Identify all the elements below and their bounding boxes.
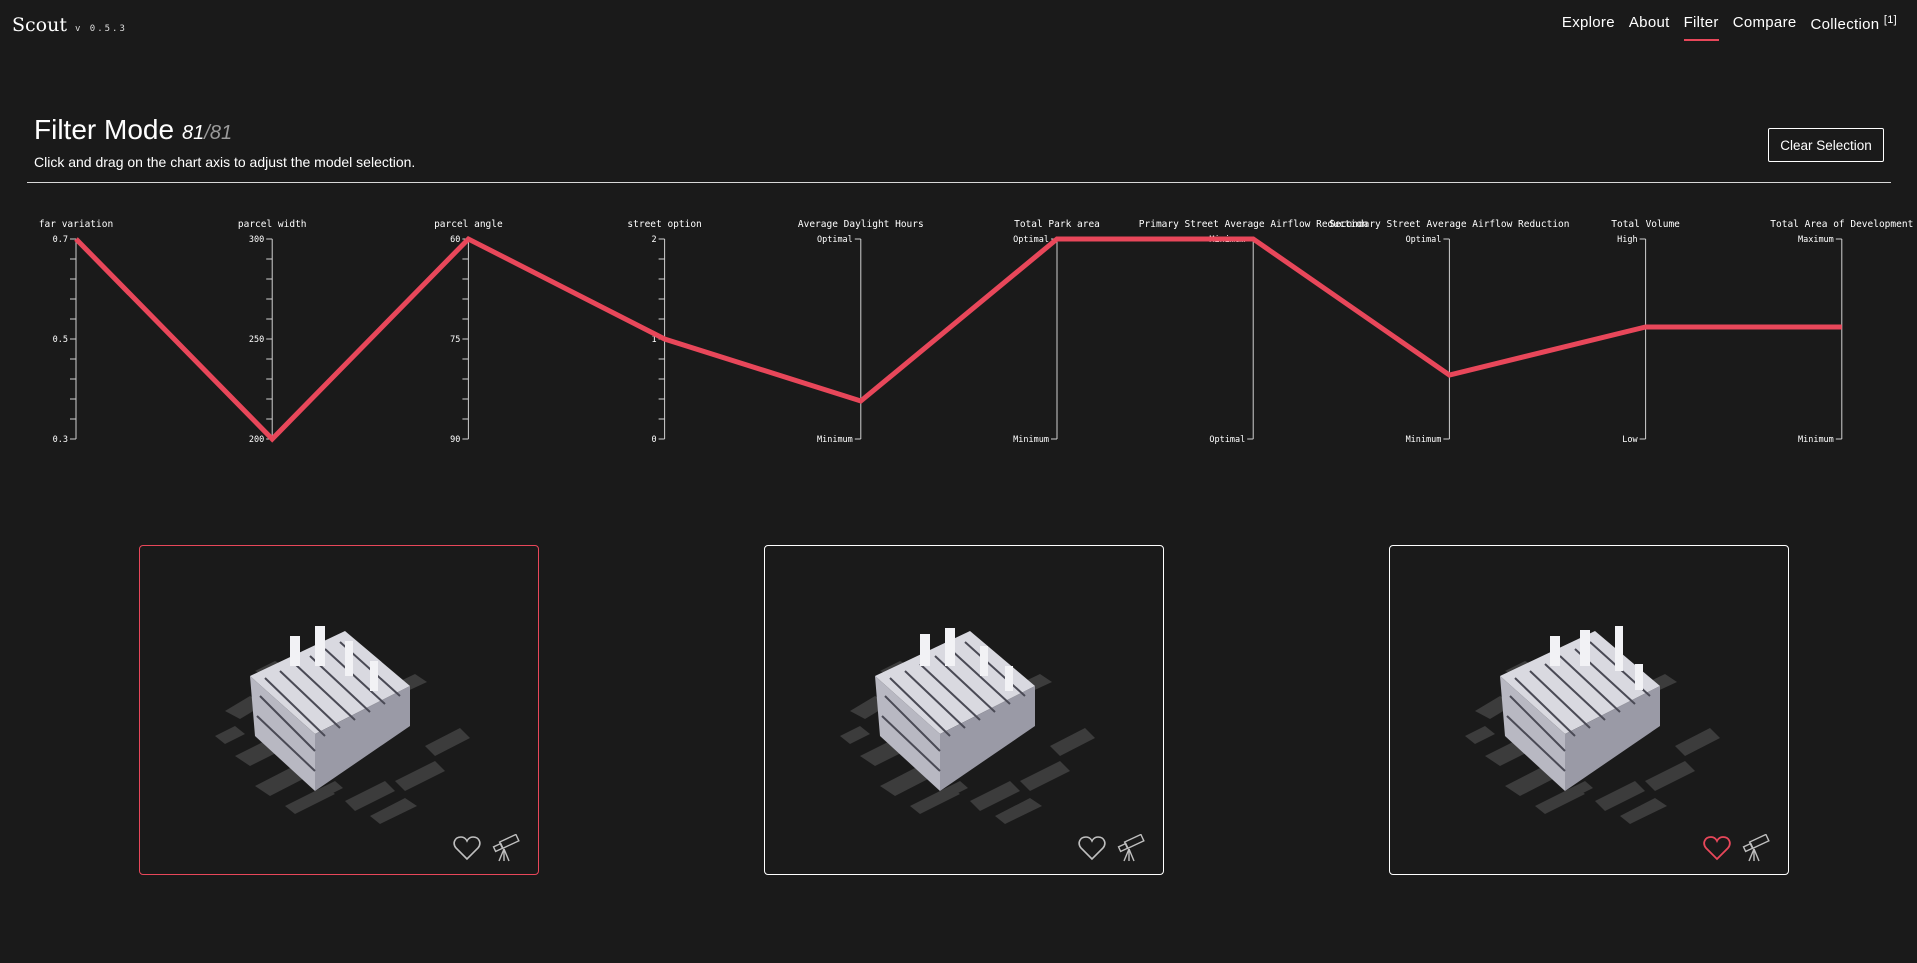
- heart-icon[interactable]: [452, 834, 482, 862]
- nav-collection[interactable]: Collection [1]: [1811, 14, 1897, 37]
- axis-title[interactable]: Total Volume: [1611, 219, 1680, 230]
- tick-label: 0.7: [53, 235, 68, 245]
- filter-instructions: Click and drag on the chart axis to adju…: [34, 154, 416, 170]
- nav-explore[interactable]: Explore: [1562, 14, 1615, 37]
- tick-label: High: [1617, 235, 1637, 245]
- divider: [27, 182, 1891, 183]
- model-thumbnail: [1465, 626, 1720, 824]
- filter-mode-title: Filter Mode: [34, 114, 175, 145]
- tick-label: 200: [249, 435, 264, 445]
- tick-label: 90: [450, 435, 460, 445]
- axis-title[interactable]: Secondary Street Average Airflow Reducti…: [1329, 219, 1569, 230]
- card-actions: [1702, 834, 1770, 862]
- axis-title[interactable]: parcel width: [238, 219, 307, 230]
- model-card[interactable]: [139, 545, 539, 875]
- tick-label: Minimum: [1798, 435, 1834, 445]
- tick-label: Maximum: [1798, 235, 1834, 245]
- card-actions: [1077, 834, 1145, 862]
- nav-compare[interactable]: Compare: [1733, 14, 1797, 37]
- tick-label: Optimal: [1209, 435, 1245, 445]
- nav-collection-label: Collection: [1810, 16, 1880, 33]
- tick-label: Low: [1622, 435, 1638, 445]
- tick-label: Minimum: [817, 435, 853, 445]
- total-count: /81: [204, 122, 233, 144]
- axis-title[interactable]: Average Daylight Hours: [798, 219, 924, 230]
- tick-label: 75: [450, 335, 460, 345]
- selected-count: 81: [182, 122, 205, 144]
- model-count: 81/81: [182, 122, 232, 145]
- tick-label: 300: [249, 235, 264, 245]
- page-title: Filter Mode 81/81: [34, 114, 232, 146]
- parallel-coordinates-chart[interactable]: far variation 0.7 0.5 0.3 parcel width 300 250…: [0, 205, 1917, 455]
- axis-title[interactable]: parcel angle: [434, 219, 503, 230]
- telescope-icon[interactable]: [490, 834, 520, 862]
- axis-title[interactable]: Total Park area: [1014, 219, 1100, 230]
- card-actions: [452, 834, 520, 862]
- logo-text: Scout: [12, 14, 67, 36]
- main-nav: Explore About Filter Compare Collection …: [1562, 14, 1897, 41]
- tick-label: 0.5: [53, 335, 68, 345]
- heart-icon[interactable]: [1702, 834, 1732, 862]
- top-bar: Scout v 0.5.3 Explore About Filter Compa…: [0, 0, 1917, 50]
- model-card[interactable]: [1389, 545, 1789, 875]
- telescope-icon[interactable]: [1740, 834, 1770, 862]
- axis-title[interactable]: far variation: [39, 219, 113, 230]
- logo[interactable]: Scout v 0.5.3: [12, 14, 127, 36]
- tick-label: 0.3: [53, 435, 68, 445]
- tick-label: Optimal: [1406, 235, 1442, 245]
- selection-line: [74, 235, 1842, 443]
- model-thumbnail: [840, 628, 1095, 824]
- tick-label: 2: [651, 235, 656, 245]
- collection-count-badge: [1]: [1883, 14, 1897, 26]
- telescope-icon[interactable]: [1115, 834, 1145, 862]
- tick-label: 0: [651, 435, 656, 445]
- heart-icon[interactable]: [1077, 834, 1107, 862]
- tick-label: Minimum: [1406, 435, 1442, 445]
- version-label: v 0.5.3: [74, 24, 127, 34]
- nav-about[interactable]: About: [1629, 14, 1670, 37]
- axis-title[interactable]: Total Area of Development: [1770, 219, 1913, 230]
- model-thumbnail: [215, 626, 470, 824]
- tick-label: Optimal: [817, 235, 853, 245]
- clear-selection-button[interactable]: Clear Selection: [1768, 128, 1884, 162]
- tick-label: Minimum: [1013, 435, 1049, 445]
- nav-filter[interactable]: Filter: [1683, 14, 1719, 41]
- tick-label: Optimal: [1013, 235, 1049, 245]
- tick-label: 60: [450, 235, 460, 245]
- model-card[interactable]: [764, 545, 1164, 875]
- tick-label: 250: [249, 335, 264, 345]
- axis-title[interactable]: street option: [627, 219, 701, 230]
